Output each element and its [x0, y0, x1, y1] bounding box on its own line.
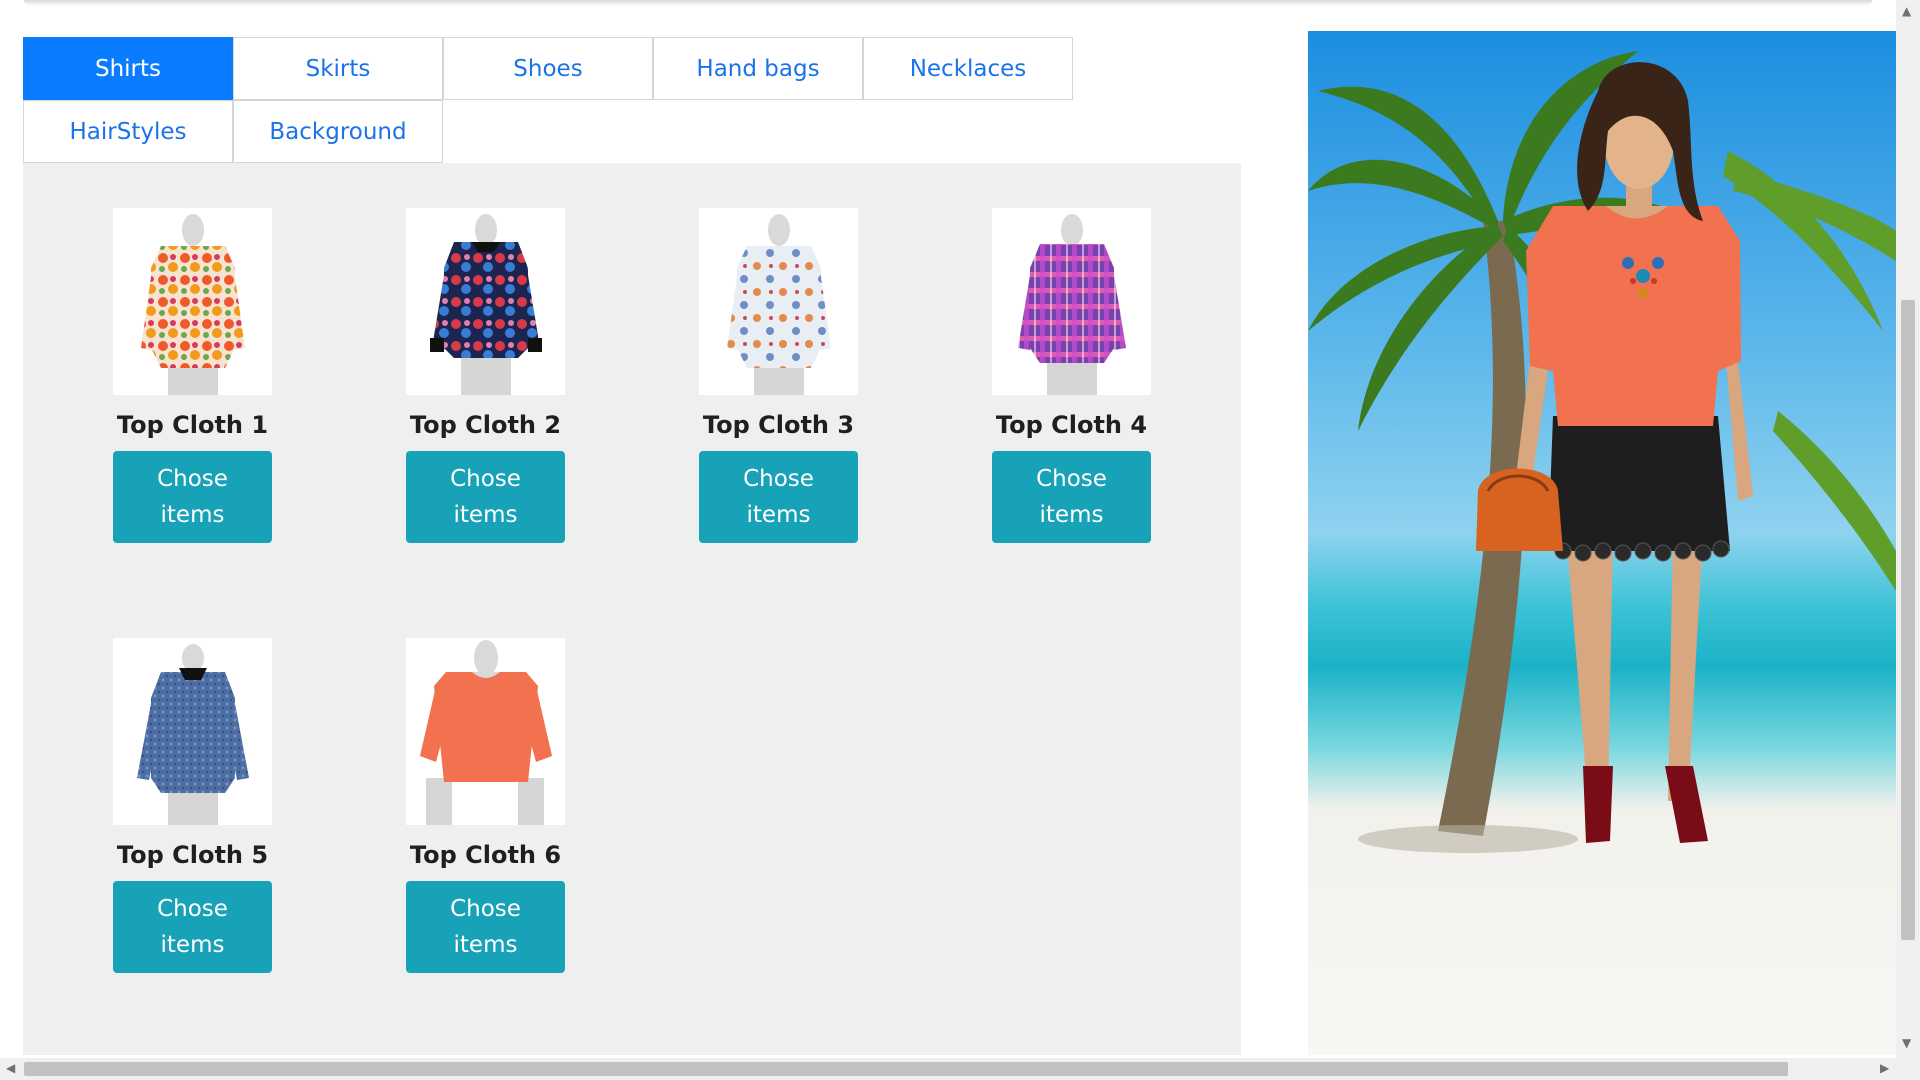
- shirt-thumbnail[interactable]: [406, 208, 565, 395]
- item-title: Top Cloth 3: [702, 411, 855, 439]
- item-title: Top Cloth 2: [409, 411, 562, 439]
- chose-items-button[interactable]: Chose items: [113, 451, 272, 543]
- chose-items-button[interactable]: Chose items: [406, 881, 565, 973]
- tab-hairstyles[interactable]: HairStyles: [23, 100, 233, 163]
- chose-items-button[interactable]: Chose items: [113, 881, 272, 973]
- tab-necklaces[interactable]: Necklaces: [863, 37, 1073, 100]
- vertical-scrollbar[interactable]: ▲ ▼: [1896, 0, 1920, 1058]
- scroll-down-arrow-icon[interactable]: ▼: [1902, 1036, 1911, 1050]
- shirt-thumbnail[interactable]: [992, 208, 1151, 395]
- beach-scene-image: [1308, 51, 1896, 853]
- catalog-item: Top Cloth 6 Chose items: [406, 638, 566, 973]
- scroll-right-arrow-icon[interactable]: ▶: [1880, 1061, 1889, 1075]
- item-title: Top Cloth 5: [116, 841, 269, 869]
- tab-shirts[interactable]: Shirts: [23, 37, 233, 100]
- horizontal-scrollbar[interactable]: ◀ ▶: [0, 1058, 1920, 1080]
- shirt-thumbnail[interactable]: [113, 638, 272, 825]
- tab-background[interactable]: Background: [233, 100, 443, 163]
- tab-shoes[interactable]: Shoes: [443, 37, 653, 100]
- shirt-thumbnail[interactable]: [699, 208, 858, 395]
- catalog-item: Top Cloth 4 Chose items: [992, 208, 1152, 543]
- item-title: Top Cloth 1: [116, 411, 269, 439]
- tab-skirts[interactable]: Skirts: [233, 37, 443, 100]
- item-title: Top Cloth 4: [995, 411, 1148, 439]
- horizontal-scroll-thumb[interactable]: [24, 1062, 1788, 1076]
- catalog-item: Top Cloth 1 Chose items: [113, 208, 273, 543]
- scroll-left-arrow-icon[interactable]: ◀: [6, 1061, 15, 1075]
- tab-hand-bags[interactable]: Hand bags: [653, 37, 863, 100]
- chose-items-button[interactable]: Chose items: [992, 451, 1151, 543]
- catalog-item: Top Cloth 2 Chose items: [406, 208, 566, 543]
- vertical-scroll-thumb[interactable]: [1901, 300, 1915, 940]
- scroll-up-arrow-icon[interactable]: ▲: [1902, 4, 1911, 18]
- shirt-thumbnail[interactable]: [113, 208, 272, 395]
- outfit-preview: [1308, 31, 1896, 1055]
- catalog-item: Top Cloth 5 Chose items: [113, 638, 273, 973]
- top-shadow: [24, 0, 1872, 6]
- chose-items-button[interactable]: Chose items: [699, 451, 858, 543]
- chose-items-button[interactable]: Chose items: [406, 451, 565, 543]
- item-title: Top Cloth 6: [409, 841, 562, 869]
- shirt-thumbnail[interactable]: [406, 638, 565, 825]
- catalog-item: Top Cloth 3 Chose items: [699, 208, 859, 543]
- catalog-panel: Top Cloth 1 Chose items Top Cloth 2 Chos…: [23, 163, 1241, 1055]
